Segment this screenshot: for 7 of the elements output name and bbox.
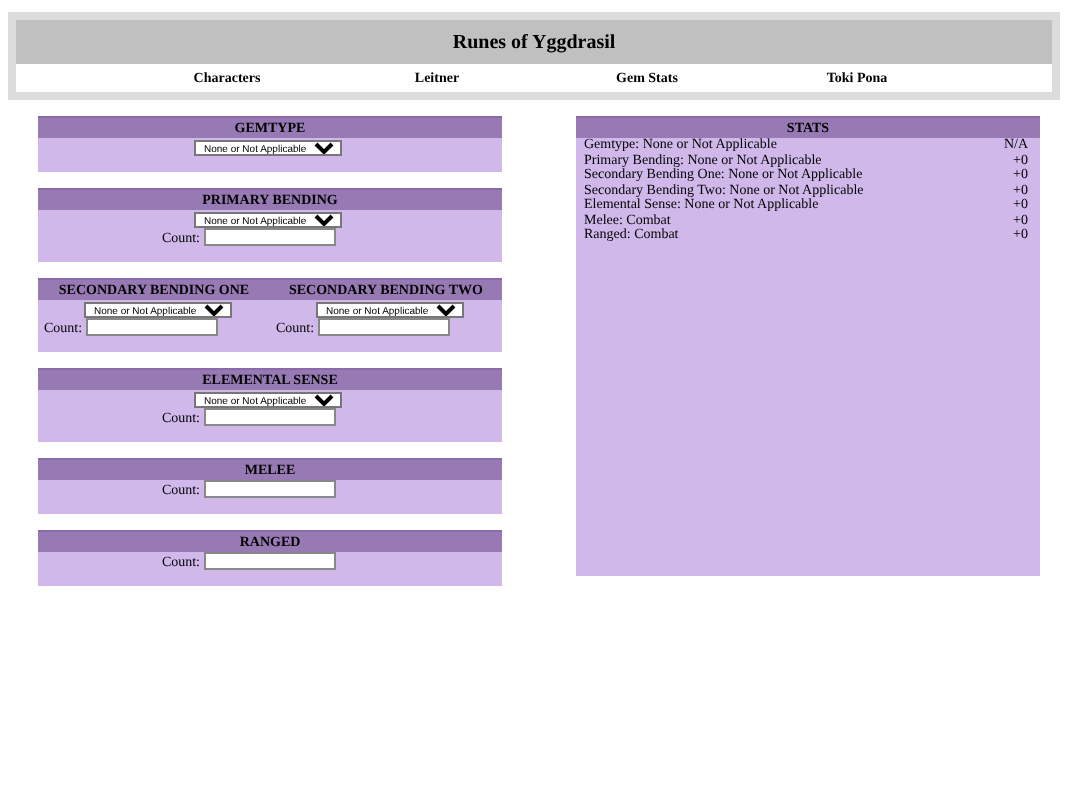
site-title: Runes of Yggdrasil — [16, 20, 1052, 64]
count-field[interactable] — [204, 408, 336, 426]
count-field[interactable] — [204, 480, 336, 498]
count-field[interactable] — [204, 228, 336, 246]
count-field[interactable] — [204, 552, 336, 570]
count-field[interactable] — [318, 318, 451, 336]
count-field[interactable] — [86, 318, 219, 336]
